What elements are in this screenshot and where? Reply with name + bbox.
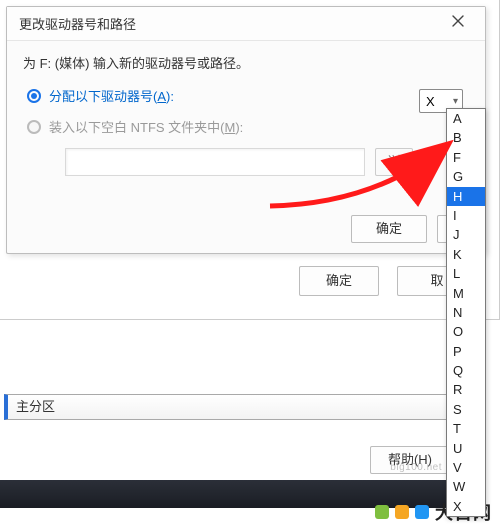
dropdown-item-k[interactable]: K: [447, 245, 485, 264]
drive-letter-dropdown[interactable]: ABFGHIJKLMNOPQRSTUVWX: [446, 108, 486, 517]
chevron-down-icon: ▾: [453, 96, 458, 107]
dropdown-item-s[interactable]: S: [447, 400, 485, 419]
dropdown-item-a[interactable]: A: [447, 109, 485, 128]
radio-assign-letter[interactable]: [27, 89, 41, 103]
option-assign-label: 分配以下驱动器号(A):: [49, 86, 174, 105]
dropdown-item-n[interactable]: N: [447, 303, 485, 322]
parent-panel: 更改驱动器号和路径 为 F: (媒体) 输入新的驱动器号或路径。 分配以下驱动器…: [0, 0, 500, 320]
dropdown-item-f[interactable]: F: [447, 148, 485, 167]
dropdown-item-u[interactable]: U: [447, 439, 485, 458]
dropdown-item-w[interactable]: W: [447, 477, 485, 496]
dropdown-item-q[interactable]: Q: [447, 361, 485, 380]
close-icon: [452, 15, 464, 27]
change-drive-letter-dialog: 更改驱动器号和路径 为 F: (媒体) 输入新的驱动器号或路径。 分配以下驱动器…: [6, 6, 486, 254]
dialog-titlebar: 更改驱动器号和路径: [7, 7, 485, 41]
partition-bar[interactable]: 主分区: [4, 394, 450, 420]
combo-value: X: [426, 94, 435, 109]
mount-path-input[interactable]: [65, 148, 365, 176]
logo-square-green: [375, 505, 389, 519]
dropdown-item-b[interactable]: B: [447, 128, 485, 147]
logo-square-blue: [415, 505, 429, 519]
dropdown-item-x[interactable]: X: [447, 497, 485, 516]
dropdown-item-g[interactable]: G: [447, 167, 485, 186]
browse-button[interactable]: 浏: [375, 148, 413, 176]
logo-square-orange: [395, 505, 409, 519]
radio-mount-folder[interactable]: [27, 120, 41, 134]
dropdown-item-t[interactable]: T: [447, 419, 485, 438]
dropdown-item-i[interactable]: I: [447, 206, 485, 225]
dropdown-item-o[interactable]: O: [447, 322, 485, 341]
watermark-text: big100.net: [390, 462, 442, 473]
dropdown-item-j[interactable]: J: [447, 225, 485, 244]
mount-path-row: 浏: [65, 148, 471, 176]
parent-ok-button[interactable]: 确定: [299, 266, 379, 296]
dropdown-item-l[interactable]: L: [447, 264, 485, 283]
dialog-prompt: 为 F: (媒体) 输入新的驱动器号或路径。: [23, 53, 471, 72]
dropdown-item-m[interactable]: M: [447, 284, 485, 303]
option-assign-row[interactable]: 分配以下驱动器号(A):: [21, 86, 471, 105]
option-mount-row[interactable]: 装入以下空白 NTFS 文件夹中(M):: [21, 117, 471, 136]
dropdown-item-r[interactable]: R: [447, 380, 485, 399]
option-mount-label: 装入以下空白 NTFS 文件夹中(M):: [49, 117, 243, 136]
dropdown-item-h[interactable]: H: [447, 187, 485, 206]
dropdown-item-p[interactable]: P: [447, 342, 485, 361]
dialog-body: 为 F: (媒体) 输入新的驱动器号或路径。 分配以下驱动器号(A): 装入以下…: [7, 41, 485, 184]
dialog-ok-button[interactable]: 确定: [351, 215, 427, 243]
close-button[interactable]: [439, 11, 477, 37]
dialog-title: 更改驱动器号和路径: [19, 14, 439, 33]
dropdown-item-v[interactable]: V: [447, 458, 485, 477]
